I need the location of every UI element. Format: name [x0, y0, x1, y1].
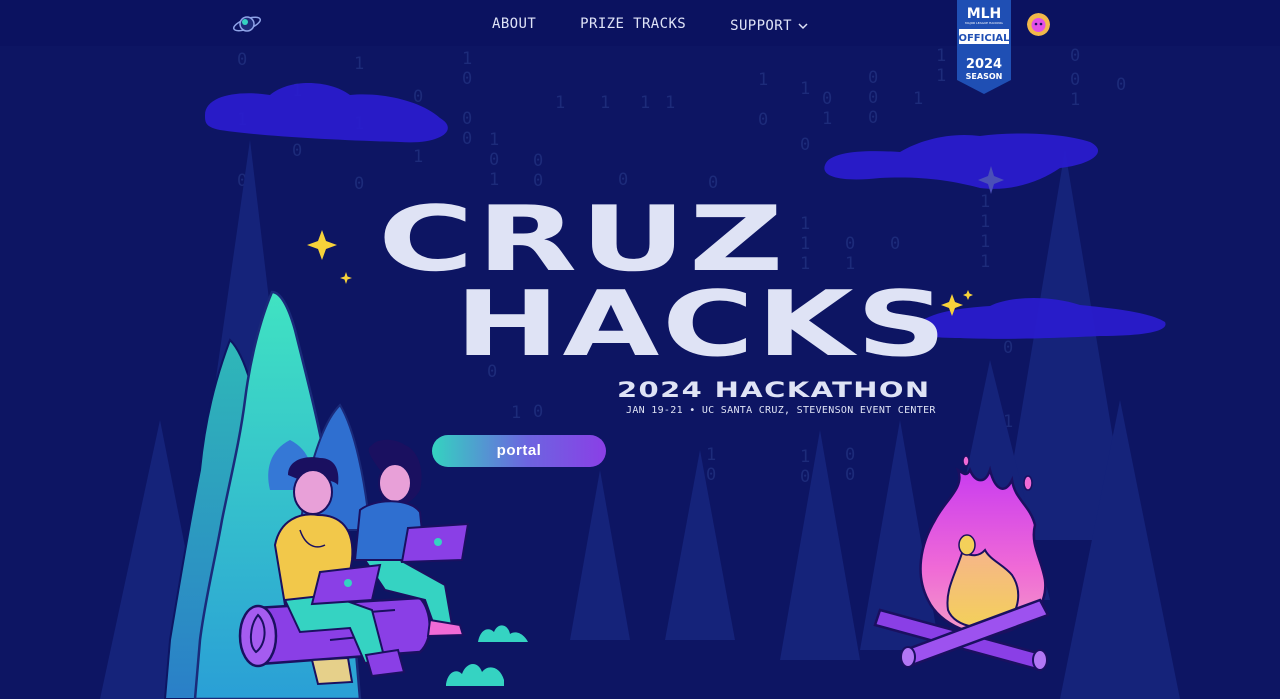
svg-text:0: 0 — [845, 234, 855, 254]
svg-text:0: 0 — [462, 129, 472, 149]
nav-about-link[interactable]: ABOUT — [492, 16, 536, 36]
svg-text:1: 1 — [800, 214, 810, 234]
mlh-badge-logo: MLH — [967, 6, 1002, 22]
nav-support-label: SUPPORT — [730, 18, 792, 34]
svg-text:1: 1 — [800, 254, 810, 274]
svg-text:1: 1 — [913, 89, 923, 109]
svg-text:0: 0 — [533, 151, 543, 171]
svg-text:0: 0 — [292, 141, 302, 161]
svg-text:1: 1 — [462, 49, 472, 69]
nav-support-dropdown[interactable]: SUPPORT — [730, 16, 808, 36]
svg-text:1: 1 — [413, 147, 423, 167]
svg-text:1: 1 — [600, 93, 610, 113]
svg-text:0: 0 — [533, 402, 543, 422]
avatar[interactable] — [1027, 13, 1050, 36]
svg-text:1: 1 — [1070, 90, 1080, 110]
svg-text:1: 1 — [980, 252, 990, 272]
mlh-badge-year: 2024 — [966, 57, 1002, 72]
svg-text:1: 1 — [936, 46, 946, 66]
svg-text:1: 1 — [800, 79, 810, 99]
mlh-badge-label: OFFICIAL — [958, 33, 1010, 44]
nav-prize-tracks-link[interactable]: PRIZE TRACKS — [580, 16, 686, 36]
svg-text:1: 1 — [489, 130, 499, 150]
svg-text:1: 1 — [936, 66, 946, 86]
event-details: JAN 19-21 • UC SANTA CRUZ, STEVENSON EVE… — [626, 405, 936, 416]
svg-text:0: 0 — [1070, 46, 1080, 66]
nav-menu: ABOUT PRIZE TRACKS SUPPORT — [492, 16, 808, 36]
svg-text:0: 0 — [462, 69, 472, 89]
svg-text:0: 0 — [758, 110, 768, 130]
svg-text:1: 1 — [980, 192, 990, 212]
svg-text:1: 1 — [640, 93, 650, 113]
svg-text:1: 1 — [555, 93, 565, 113]
svg-text:0: 0 — [706, 465, 716, 485]
portal-button[interactable]: portal — [432, 435, 606, 467]
svg-text:1: 1 — [800, 234, 810, 254]
svg-text:0: 0 — [800, 135, 810, 155]
chevron-down-icon — [798, 23, 808, 30]
svg-text:0: 0 — [354, 174, 364, 194]
svg-text:1: 1 — [511, 403, 521, 423]
svg-text:0: 0 — [237, 50, 247, 70]
svg-text:1: 1 — [980, 212, 990, 232]
planet-logo-icon[interactable] — [232, 11, 262, 37]
svg-text:0: 0 — [1003, 338, 1013, 358]
svg-text:1: 1 — [800, 447, 810, 467]
hero-title-line-2: HACKS — [455, 272, 950, 377]
svg-text:1: 1 — [845, 254, 855, 274]
svg-text:0: 0 — [489, 150, 499, 170]
top-navbar: ABOUT PRIZE TRACKS SUPPORT — [0, 0, 1280, 46]
mlh-badge-tagline: MAJOR LEAGUE HACKING — [965, 21, 1003, 25]
svg-text:1: 1 — [706, 445, 716, 465]
svg-text:1: 1 — [354, 54, 364, 74]
svg-text:0: 0 — [462, 109, 472, 129]
svg-text:0: 0 — [868, 108, 878, 128]
svg-text:0: 0 — [845, 465, 855, 485]
svg-text:0: 0 — [1116, 75, 1126, 95]
svg-text:1: 1 — [665, 93, 675, 113]
svg-text:0: 0 — [1070, 70, 1080, 90]
svg-text:0: 0 — [890, 234, 900, 254]
svg-text:0: 0 — [868, 68, 878, 88]
svg-text:0: 0 — [800, 467, 810, 487]
svg-text:0: 0 — [845, 445, 855, 465]
svg-text:0: 0 — [822, 89, 832, 109]
mlh-badge-season: SEASON — [966, 72, 1003, 81]
hero-subtitle: 2024 HACKATHON — [617, 378, 931, 402]
mlh-official-badge[interactable]: MLH MAJOR LEAGUE HACKING OFFICIAL 2024 S… — [957, 0, 1011, 94]
svg-text:0: 0 — [868, 88, 878, 108]
svg-text:1: 1 — [822, 109, 832, 129]
svg-text:1: 1 — [980, 232, 990, 252]
svg-text:1: 1 — [758, 70, 768, 90]
